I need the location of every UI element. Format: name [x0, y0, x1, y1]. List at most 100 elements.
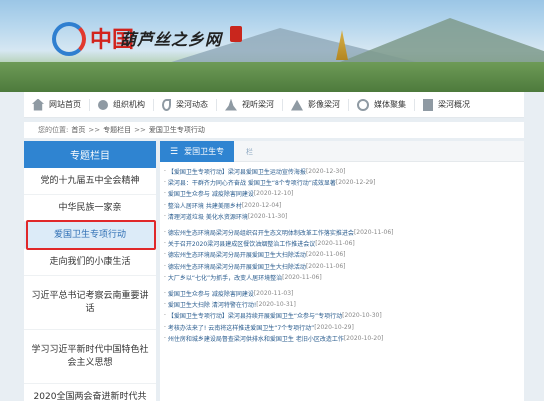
sidebar-item-active[interactable]: 爱国卫生专项行动: [24, 222, 156, 249]
nav-label: 网站首页: [49, 100, 81, 109]
bullet-icon: ·: [164, 229, 166, 237]
article-list-item[interactable]: · 爱国卫生大扫除 清河特警在行动! [2020-10-31]: [164, 299, 520, 310]
sidebar-item[interactable]: 2020全国两会奋进新时代共: [24, 384, 156, 401]
image-icon: [291, 99, 303, 111]
article-list-item[interactable]: · 【爱国卫生专项行动】梁河县持续开展爱国卫生“众参与”专项行动 [2020-10-…: [164, 310, 520, 321]
article-title: 德宏州生态环境局梁河分局开展爱国卫生大扫除活动: [167, 263, 306, 271]
article-date: [2020-12-29]: [335, 179, 376, 187]
nav-label: 组织机构: [113, 100, 145, 109]
sidebar-item[interactable]: 习近平总书记考察云南重要讲话: [24, 276, 156, 330]
article-list-item[interactable]: · 爱国卫生众参与 减疫除害同建设 [2020-12-10]: [164, 188, 520, 199]
nav-image[interactable]: 影像梁河: [283, 92, 348, 118]
article-title: 【爱国卫生专项行动】梁河县爱国卫生运动宣传海报: [167, 169, 306, 177]
article-list-item[interactable]: · 州住房和城乡建设局督查梁河供排水和爱国卫生 老旧小区改造工作 [2020-10-…: [164, 333, 520, 344]
article-list-item[interactable]: · 考核办法来了! 云南将这样推进爱国卫生“7个专项行动” [2020-10-29]: [164, 321, 520, 332]
org-icon: [98, 99, 108, 110]
article-title: 【爱国卫生专项行动】梁河县持续开展爱国卫生“众参与”专项行动: [167, 313, 343, 321]
nav-label: 梁河概况: [438, 100, 470, 109]
breadcrumb-separator: >>: [134, 126, 146, 134]
article-list-item[interactable]: · 【爱国卫生专项行动】梁河县爱国卫生运动宣传海报 [2020-12-30]: [164, 166, 520, 177]
list-tab[interactable]: ☰ 爱国卫生专: [160, 141, 235, 162]
sidebar-item[interactable]: 学习习近平新时代中国特色社会主义思想: [24, 330, 156, 384]
nav-org[interactable]: 组织机构: [90, 92, 153, 118]
nav-news[interactable]: 梁河动态: [154, 92, 216, 118]
site-banner: 中国 葫芦丝之乡网: [0, 0, 544, 92]
breadcrumb-current[interactable]: 爱国卫生专项行动: [149, 125, 205, 135]
breadcrumb-prefix: 您的位置:: [38, 126, 69, 134]
article-list-item[interactable]: · 关于召开2020梁河县建成区餐饮油烟整治工作推进会议 [2020-11-06]: [164, 238, 520, 249]
list-tab-label: 爱国卫生专: [184, 147, 225, 156]
article-date: [2020-12-04]: [241, 201, 282, 209]
sidebar-item[interactable]: 走向我们的小康生活: [24, 249, 156, 276]
article-list-item[interactable]: · 整治人居环境 共建美丽乡村 [2020-12-04]: [164, 200, 520, 211]
sidebar-item[interactable]: 中华民族一家亲: [24, 195, 156, 222]
article-title: 整治人居环境 共建美丽乡村: [167, 202, 242, 210]
site-logo-text[interactable]: 葫芦丝之乡网: [120, 26, 222, 50]
list-header: ☰ 爱国卫生专 栏: [160, 141, 524, 162]
bullet-icon: ·: [164, 289, 166, 297]
nav-label: 媒体聚集: [374, 100, 406, 109]
nav-media[interactable]: 媒体聚集: [349, 92, 414, 118]
home-icon: [32, 98, 44, 111]
article-date: [2020-12-30]: [305, 168, 346, 176]
article-title: 关于召开2020梁河县建成区餐饮油烟整治工作推进会议: [167, 241, 316, 249]
nav-home[interactable]: 网站首页: [24, 92, 89, 118]
article-list-item[interactable]: · 大厂乡以“七化”为抓手，改变人居环境整治 [2020-11-06]: [164, 272, 520, 283]
breadcrumb: 您的位置: 首页 >> 专题栏目 >> 爱国卫生专项行动: [24, 122, 524, 138]
info-icon: [423, 98, 433, 111]
article-date: [2020-10-29]: [314, 323, 354, 331]
article-date: [2020-11-06]: [353, 229, 394, 237]
article-title: 爱国卫生大扫除 清河特警在行动!: [167, 302, 257, 310]
article-date: [2020-12-10]: [253, 190, 294, 198]
breadcrumb-separator: >>: [88, 126, 101, 134]
nav-label: 影像梁河: [308, 100, 340, 109]
article-date: [2020-11-06]: [282, 273, 322, 281]
menu-icon: ☰: [170, 146, 179, 157]
bullet-icon: ·: [164, 212, 166, 220]
topic-sidebar: 专题栏目 党的十九届五中全会精神 中华民族一家亲 爱国卫生专项行动 走向我们的小…: [24, 141, 156, 401]
bullet-icon: ·: [164, 323, 166, 331]
article-title: 爱国卫生众参与 减疫除害同建设: [167, 191, 254, 199]
sidebar-heading: 专题栏目: [24, 141, 156, 168]
article-list-item[interactable]: · 爱国卫生众参与 减疫除害同建设 [2020-11-03]: [164, 288, 520, 299]
nav-video[interactable]: 视听梁河: [217, 92, 282, 118]
article-title: 州住房和城乡建设局督查梁河供排水和爱国卫生 老旧小区改造工作: [167, 335, 344, 343]
article-list-item[interactable]: · 清理河道垃圾 美化水资源环境 [2020-11-30]: [164, 211, 520, 222]
article-title: 考核办法来了! 云南将这样推进爱国卫生“7个专项行动”: [167, 324, 315, 332]
article-date: [2020-10-30]: [342, 312, 382, 320]
seal-icon: [230, 26, 242, 42]
article-title: 大厂乡以“七化”为抓手，改变人居环境整治: [167, 274, 283, 282]
article-list-item[interactable]: · 德宏州生态环境局梁河分局开展爱国卫生大扫除活动 [2020-11-06]: [164, 261, 520, 272]
news-icon: [162, 98, 171, 111]
bullet-icon: ·: [164, 312, 166, 320]
article-list-item[interactable]: · 德宏州生态环境局梁河分局组织召开生态文明体制改革工作落实推进会 [2020-11…: [164, 227, 520, 238]
bullet-icon: ·: [164, 262, 166, 270]
nav-label: 视听梁河: [242, 100, 274, 109]
bullet-icon: ·: [164, 334, 166, 342]
nav-label: 梁河动态: [176, 100, 208, 109]
sidebar-item[interactable]: 党的十九届五中全会精神: [24, 168, 156, 195]
breadcrumb-home-link[interactable]: 首页: [71, 125, 85, 135]
media-icon: [357, 98, 369, 111]
article-date: [2020-11-03]: [253, 289, 294, 297]
article-title: 清理河道垃圾 美化水资源环境: [167, 213, 248, 221]
article-date: [2020-11-06]: [305, 251, 346, 259]
bullet-icon: ·: [164, 240, 166, 248]
bullet-icon: ·: [164, 179, 166, 187]
article-list-panel: ☰ 爱国卫生专 栏 · 【爱国卫生专项行动】梁河县爱国卫生运动宣传海报 [2020-…: [160, 141, 524, 401]
bullet-icon: ·: [164, 190, 166, 198]
article-date: [2020-10-31]: [256, 301, 296, 309]
list-tab-ghost-text: 栏: [246, 148, 253, 156]
hills-decoration: [0, 62, 544, 92]
logo-icon[interactable]: [52, 22, 86, 56]
nav-info[interactable]: 梁河概况: [415, 92, 478, 118]
article-date: [2020-10-20]: [343, 334, 384, 342]
bullet-icon: ·: [164, 251, 166, 259]
video-icon: [225, 98, 237, 111]
bullet-icon: ·: [164, 168, 166, 176]
breadcrumb-section-link[interactable]: 专题栏目: [103, 125, 131, 135]
article-date: [2020-11-06]: [305, 262, 346, 270]
bullet-icon: ·: [164, 301, 166, 309]
article-list-item[interactable]: · 德宏州生态环境局梁河分局开展爱国卫生大扫除活动 [2020-11-06]: [164, 249, 520, 260]
article-list-item[interactable]: · 梁河县：干群齐力同心齐奋战 爱国卫生“8个专项行动”成效显著 [2020-12-…: [164, 177, 520, 188]
